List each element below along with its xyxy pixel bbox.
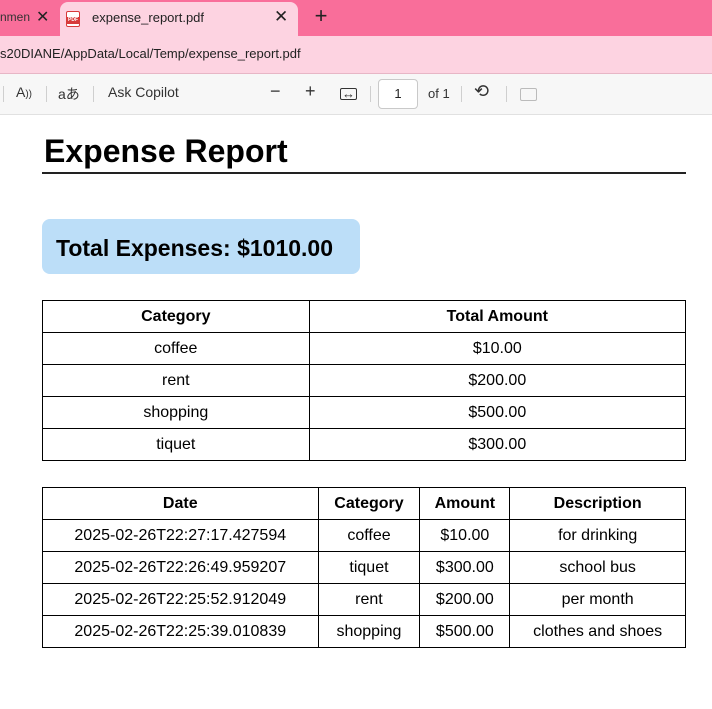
close-icon[interactable]: ✕	[36, 9, 49, 27]
translate-icon[interactable]: aあ	[58, 84, 80, 104]
column-header: Amount	[419, 487, 511, 520]
table-cell: coffee	[317, 519, 421, 552]
pdf-toolbar: A)) aあ Ask Copilot − + ↔ 1 of 1 ⟲	[0, 74, 712, 115]
table-row: tiquet $300.00	[42, 428, 687, 461]
table-row: coffee $10.00	[42, 332, 687, 365]
close-icon[interactable]: ✕	[274, 8, 288, 26]
table-cell: shopping	[42, 396, 310, 429]
pdf-page: Expense Report Total Expenses: $1010.00 …	[0, 115, 712, 709]
table-cell: $300.00	[308, 428, 687, 461]
table-row: shopping $500.00	[42, 396, 687, 429]
divider	[3, 86, 4, 102]
page-number-input[interactable]: 1	[378, 79, 418, 109]
tab-expense-report[interactable]: PDF expense_report.pdf ✕	[60, 2, 298, 36]
table-cell: coffee	[42, 332, 310, 365]
fit-width-icon[interactable]: ↔	[340, 87, 357, 100]
table-cell: 2025-02-26T22:25:39.010839	[42, 615, 319, 648]
tab-previous[interactable]: nmen ✕	[0, 3, 58, 33]
read-aloud-icon[interactable]: A))	[16, 84, 32, 100]
new-tab-plus-icon[interactable]: +	[310, 4, 332, 28]
table-cell: 2025-02-26T22:26:49.959207	[42, 551, 319, 584]
detail-table: Date Category Amount Description 2025-02…	[42, 487, 686, 648]
title-rule	[42, 172, 686, 174]
table-cell: clothes and shoes	[509, 615, 686, 648]
table-cell: $10.00	[419, 519, 511, 552]
table-cell: $500.00	[308, 396, 687, 429]
rotate-icon[interactable]: ⟲	[474, 81, 489, 102]
table-row: 2025-02-26T22:25:52.912049 rent $200.00 …	[42, 583, 686, 616]
tab-active-title: expense_report.pdf	[92, 10, 205, 25]
zoom-in-icon[interactable]: +	[305, 81, 316, 102]
column-header: Category	[42, 300, 310, 333]
table-cell: tiquet	[42, 428, 310, 461]
summary-table: Category Total Amount coffee $10.00 rent…	[42, 300, 687, 461]
divider	[461, 86, 462, 102]
table-cell: tiquet	[317, 551, 421, 584]
table-cell: $300.00	[419, 551, 511, 584]
table-cell: $500.00	[419, 615, 511, 648]
column-header: Total Amount	[308, 300, 687, 333]
page-total-label: of 1	[428, 86, 450, 101]
column-header: Date	[42, 487, 319, 520]
zoom-out-icon[interactable]: −	[270, 81, 281, 102]
table-cell: $10.00	[308, 332, 687, 365]
table-cell: rent	[317, 583, 421, 616]
table-row: rent $200.00	[42, 364, 687, 397]
table-cell: per month	[509, 583, 686, 616]
table-cell: rent	[42, 364, 310, 397]
table-cell: $200.00	[308, 364, 687, 397]
table-header-row: Category Total Amount	[42, 300, 687, 333]
table-row: 2025-02-26T22:27:17.427594 coffee $10.00…	[42, 519, 686, 552]
pdf-file-icon: PDF	[66, 11, 80, 27]
table-row: 2025-02-26T22:26:49.959207 tiquet $300.0…	[42, 551, 686, 584]
table-cell: school bus	[509, 551, 686, 584]
divider	[370, 86, 371, 102]
ask-copilot-button[interactable]: Ask Copilot	[108, 84, 179, 100]
table-row: 2025-02-26T22:25:39.010839 shopping $500…	[42, 615, 686, 648]
table-cell: for drinking	[509, 519, 686, 552]
table-cell: 2025-02-26T22:27:17.427594	[42, 519, 319, 552]
divider	[93, 86, 94, 102]
table-cell: 2025-02-26T22:25:52.912049	[42, 583, 319, 616]
divider	[506, 86, 507, 102]
column-header: Category	[317, 487, 421, 520]
table-cell: $200.00	[419, 583, 511, 616]
url-text[interactable]: s20DIANE/AppData/Local/Temp/expense_repo…	[0, 46, 301, 61]
page-title: Expense Report	[44, 133, 288, 169]
table-cell: shopping	[317, 615, 421, 648]
tab-strip: nmen ✕ PDF expense_report.pdf ✕ +	[0, 0, 712, 36]
page-view-icon[interactable]	[520, 88, 537, 101]
total-expenses-box: Total Expenses: $1010.00	[42, 219, 360, 274]
total-expenses-label: Total Expenses: $1010.00	[56, 235, 333, 261]
address-bar[interactable]: s20DIANE/AppData/Local/Temp/expense_repo…	[0, 36, 712, 74]
divider	[46, 86, 47, 102]
column-header: Description	[509, 487, 686, 520]
tab-previous-title: nmen	[0, 10, 30, 24]
table-header-row: Date Category Amount Description	[42, 487, 686, 520]
